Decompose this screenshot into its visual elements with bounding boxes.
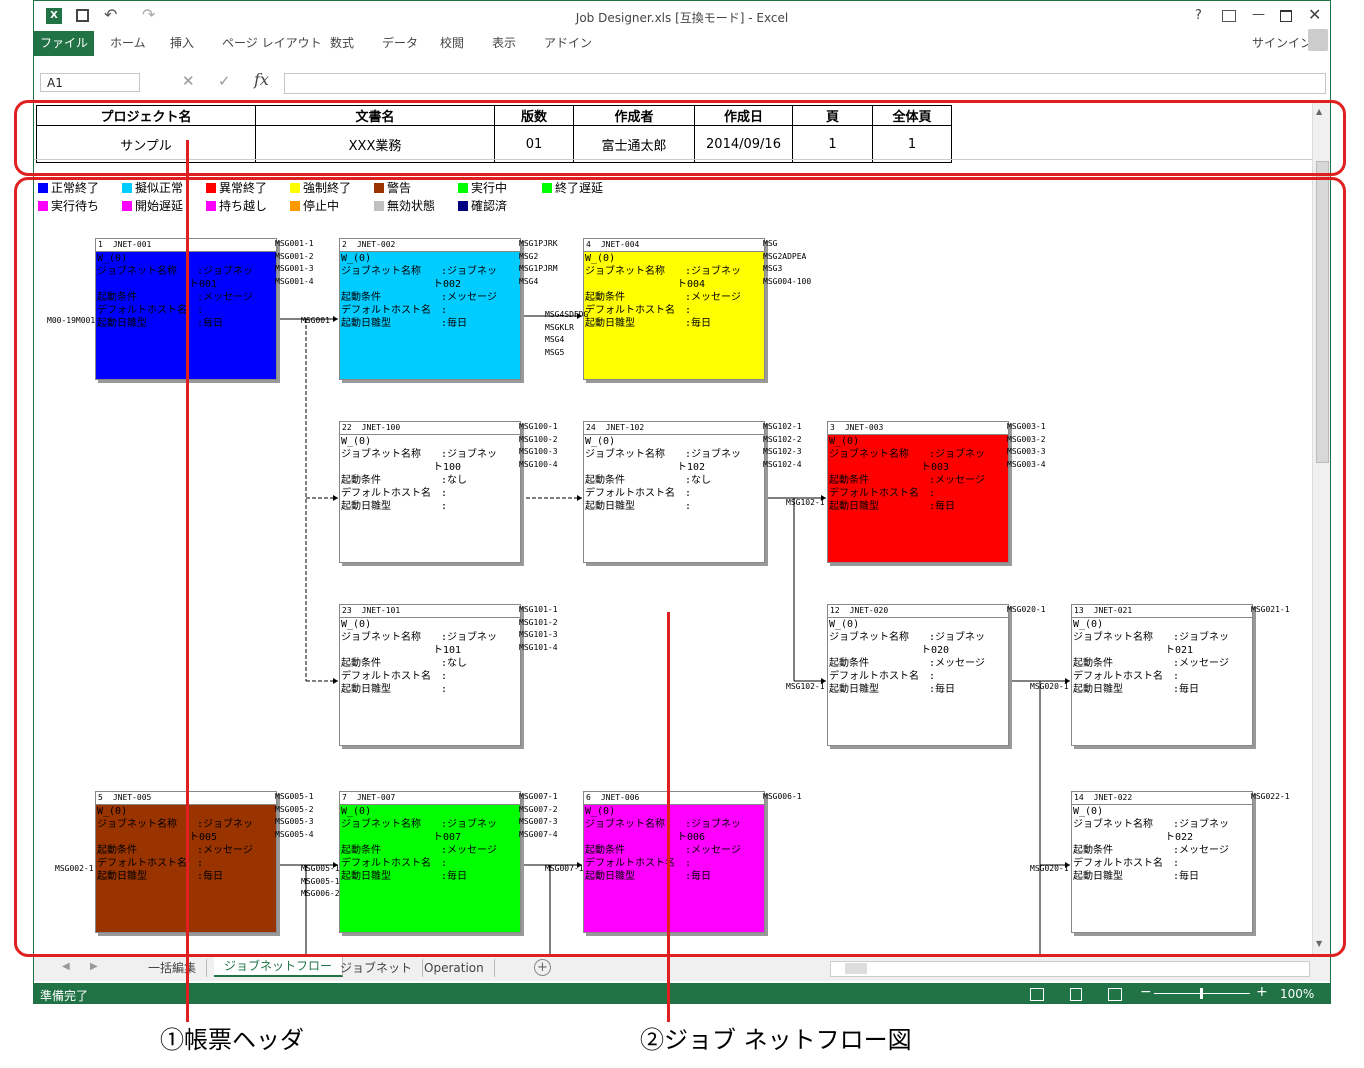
zoom-slider[interactable] — [1154, 988, 1250, 999]
annotation-header-pointer — [186, 140, 189, 1022]
status-ready: 準備完了 — [40, 989, 89, 1003]
help-icon[interactable]: ? — [1195, 8, 1202, 23]
formula-bar: A1 ✕ ✓ fx — [34, 67, 1330, 97]
formula-input[interactable] — [284, 73, 1326, 94]
page-layout-view-icon[interactable] — [1070, 988, 1082, 1001]
tab-file[interactable]: ファイル — [34, 31, 94, 56]
tab-scroll-right-icon[interactable]: ▶ — [90, 961, 98, 972]
ribbon-tabs: ファイル ホーム 挿入 ページ レイアウト 数式 データ 校閲 表示 アドイン … — [34, 29, 1330, 56]
tab-addins[interactable]: アドイン — [544, 34, 592, 51]
sheet-tab-jobnet[interactable]: ジョブネット — [330, 959, 424, 977]
maximize-icon[interactable] — [1280, 10, 1292, 22]
name-box[interactable]: A1 — [40, 73, 140, 92]
sheet-tab-bar: ◀ ▶ 一括編集 ジョブネットフロー ジョブネット Operation + — [34, 957, 1330, 981]
hscroll-thumb[interactable] — [845, 963, 867, 974]
enter-icon[interactable]: ✓ — [218, 72, 231, 90]
tab-data[interactable]: データ — [382, 34, 418, 51]
window-title: Job Designer.xls [互換モード] - Excel — [575, 11, 789, 25]
status-bar: 準備完了 − + 100% — [34, 983, 1330, 1003]
sheet-tab-jobnet-flow[interactable]: ジョブネットフロー — [214, 957, 344, 977]
annotation-flow-pointer — [667, 612, 670, 1022]
signin-link[interactable]: サインイン — [1252, 34, 1312, 51]
tab-formulas[interactable]: 数式 — [330, 34, 354, 51]
tab-page-layout[interactable]: ページ レイアウト — [222, 34, 322, 51]
tab-review[interactable]: 校閲 — [440, 34, 464, 51]
user-avatar-icon[interactable] — [1308, 29, 1328, 51]
zoom-out-icon[interactable]: − — [1140, 984, 1152, 1000]
sheet-tab-operation[interactable]: Operation — [414, 959, 495, 977]
add-sheet-icon[interactable]: + — [534, 959, 551, 976]
tab-view[interactable]: 表示 — [492, 34, 516, 51]
annotation-header-label: ①帳票ヘッダ — [160, 1026, 304, 1054]
annotation-header-box — [14, 100, 1346, 176]
annotation-flow-box — [14, 177, 1346, 957]
zoom-slider-handle[interactable] — [1200, 988, 1203, 999]
normal-view-icon[interactable] — [1030, 988, 1044, 1001]
ribbon-display-icon[interactable] — [1222, 10, 1236, 22]
page-break-view-icon[interactable] — [1108, 988, 1122, 1001]
minimize-icon[interactable]: — — [1252, 7, 1265, 22]
close-icon[interactable]: ✕ — [1308, 5, 1321, 24]
cancel-icon[interactable]: ✕ — [182, 72, 195, 90]
tab-insert[interactable]: 挿入 — [170, 34, 194, 51]
zoom-in-icon[interactable]: + — [1256, 984, 1268, 1000]
title-bar: X ↶ ↷ Job Designer.xls [互換モード] - Excel ?… — [34, 1, 1330, 31]
horizontal-scrollbar[interactable] — [830, 961, 1310, 977]
annotation-flow-label: ②ジョブ ネットフロー図 — [640, 1026, 912, 1054]
zoom-level[interactable]: 100% — [1280, 987, 1314, 1001]
tab-scroll-left-icon[interactable]: ◀ — [62, 961, 70, 972]
tab-home[interactable]: ホーム — [110, 34, 146, 51]
function-icon[interactable]: fx — [254, 70, 269, 89]
sheet-tab-bulk-edit[interactable]: 一括編集 — [138, 959, 208, 977]
